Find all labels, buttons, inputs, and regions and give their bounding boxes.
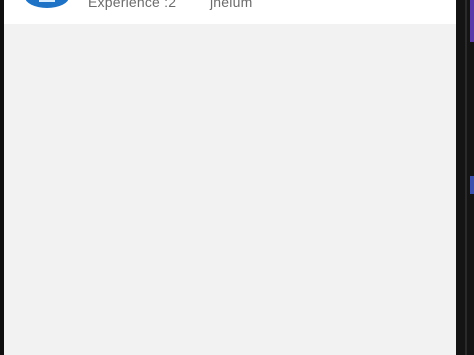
location-text: jhelum [210, 0, 253, 10]
device-edge-line [465, 0, 467, 355]
experience-text: Experience :2 [88, 0, 177, 10]
company-logo-icon [25, 0, 69, 8]
device-edge-accent [470, 176, 474, 194]
list-item[interactable]: Experience :2 jhelum [4, 0, 456, 24]
device-edge-accent [470, 0, 474, 42]
logo-mark [39, 0, 55, 2]
device-frame: Experience :2 jhelum [0, 0, 474, 355]
app-screen: Experience :2 jhelum [4, 0, 456, 355]
